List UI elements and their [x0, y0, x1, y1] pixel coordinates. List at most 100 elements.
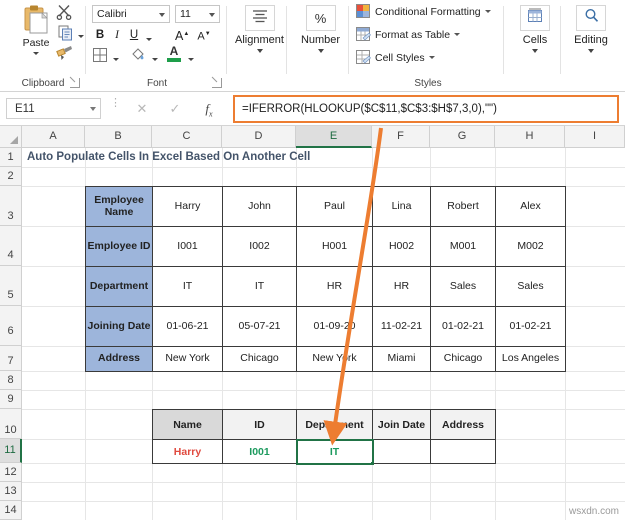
copy-icon[interactable] [57, 24, 75, 42]
column-header-i[interactable]: I [565, 126, 625, 148]
cell-name-5[interactable]: Alex [495, 186, 566, 227]
cell-department-3[interactable]: HR [372, 266, 431, 307]
paintbrush-icon[interactable] [56, 44, 74, 62]
decrease-font-size-button[interactable]: A▼ [197, 26, 211, 43]
font-dialog-launcher[interactable] [212, 78, 222, 88]
cell-id-4[interactable]: M001 [430, 226, 496, 267]
cell-styles-button[interactable]: Cell Styles [356, 49, 435, 68]
chevron-down-icon[interactable] [484, 10, 491, 13]
cell-address-5[interactable]: Los Angeles [495, 346, 566, 372]
cell-address-2[interactable]: New York [296, 346, 373, 372]
italic-button[interactable]: I [111, 27, 123, 44]
result-value-id[interactable]: I001 [222, 439, 297, 464]
chevron-down-icon[interactable] [90, 107, 96, 111]
cell-id-3[interactable]: H002 [372, 226, 431, 267]
conditional-formatting-button[interactable]: Conditional Formatting [356, 3, 491, 22]
bold-button[interactable]: B [93, 27, 107, 44]
column-header-f[interactable]: F [372, 126, 430, 148]
row-header-9[interactable]: 9 [0, 390, 22, 409]
cell-joining-date-0[interactable]: 01-06-21 [152, 306, 223, 347]
row-header-1[interactable]: 1 [0, 148, 22, 167]
editing-chevron-down-icon[interactable] [588, 49, 594, 53]
clipboard-dialog-launcher[interactable] [70, 78, 80, 88]
row-header-5[interactable]: 5 [0, 266, 22, 306]
formula-input[interactable]: =IFERROR(HLOOKUP($C$11,$C$3:$H$7,3,0),""… [233, 95, 619, 123]
chevron-down-icon[interactable] [454, 33, 461, 36]
cell-joining-date-1[interactable]: 05-07-21 [222, 306, 297, 347]
cancel-formula-button[interactable]: ✕ [132, 99, 152, 118]
row-header-10[interactable]: 10 [0, 409, 22, 439]
cell-id-1[interactable]: I002 [222, 226, 297, 267]
cell-address-1[interactable]: Chicago [222, 346, 297, 372]
row-header-3[interactable]: 3 [0, 186, 22, 226]
confirm-formula-button[interactable]: ✓ [165, 99, 185, 118]
cell-department-5[interactable]: Sales [495, 266, 566, 307]
borders-icon[interactable] [92, 47, 108, 63]
alignment-button[interactable] [244, 5, 275, 31]
cell-name-0[interactable]: Harry [152, 186, 223, 227]
cell-department-0[interactable]: IT [152, 266, 223, 307]
cell-name-1[interactable]: John [222, 186, 297, 227]
format-as-table-button[interactable]: Format as Table [356, 26, 461, 45]
font-color-chevron-down-icon[interactable] [188, 58, 194, 61]
fill-color-icon[interactable] [130, 46, 147, 63]
cell-name-4[interactable]: Robert [430, 186, 496, 227]
row-header-13[interactable]: 13 [0, 482, 22, 501]
insert-function-button[interactable]: fx [199, 99, 219, 119]
font-name-combo[interactable]: Calibri [92, 5, 170, 23]
cell-department-2[interactable]: HR [296, 266, 373, 307]
column-header-e[interactable]: E [296, 126, 372, 148]
cell-department-1[interactable]: IT [222, 266, 297, 307]
row-header-2[interactable]: 2 [0, 167, 22, 186]
cell-id-5[interactable]: M002 [495, 226, 566, 267]
fill-handle[interactable] [370, 461, 372, 463]
cells-chevron-down-icon[interactable] [532, 49, 538, 53]
cell-address-4[interactable]: Chicago [430, 346, 496, 372]
result-value-department[interactable]: IT [295, 438, 374, 465]
cell-department-4[interactable]: Sales [430, 266, 496, 307]
number-chevron-down-icon[interactable] [317, 49, 324, 53]
cell-id-0[interactable]: I001 [152, 226, 223, 267]
cell-joining-date-2[interactable]: 01-09-20 [296, 306, 373, 347]
increase-font-size-button[interactable]: A▲ [175, 26, 189, 43]
underline-chevron-down-icon[interactable] [146, 38, 152, 41]
underline-button[interactable]: U [127, 27, 141, 44]
chevron-down-icon[interactable] [209, 13, 215, 17]
row-header-12[interactable]: 12 [0, 463, 22, 482]
column-header-d[interactable]: D [222, 126, 296, 148]
chevron-down-icon[interactable] [33, 52, 39, 55]
row-header-11[interactable]: 11 [0, 439, 22, 463]
chevron-down-icon[interactable] [428, 56, 435, 59]
row-header-4[interactable]: 4 [0, 226, 22, 266]
cell-joining-date-4[interactable]: 01-02-21 [430, 306, 496, 347]
column-header-b[interactable]: B [85, 126, 152, 148]
column-header-g[interactable]: G [430, 126, 495, 148]
chevron-down-icon[interactable] [159, 13, 165, 17]
cell-address-3[interactable]: Miami [372, 346, 431, 372]
number-format-button[interactable]: % [305, 5, 336, 31]
result-value-join-date[interactable] [372, 439, 431, 464]
column-header-a[interactable]: A [22, 126, 85, 148]
fill-color-chevron-down-icon[interactable] [152, 58, 158, 61]
select-all-corner[interactable] [0, 126, 22, 148]
result-value-address[interactable] [430, 439, 496, 464]
scissors-icon[interactable] [56, 3, 74, 21]
cell-joining-date-3[interactable]: 11-02-21 [372, 306, 431, 347]
cells-button[interactable] [520, 5, 550, 31]
cell-joining-date-5[interactable]: 01-02-21 [495, 306, 566, 347]
row-header-14[interactable]: 14 [0, 501, 22, 520]
column-header-h[interactable]: H [495, 126, 565, 148]
cell-id-2[interactable]: H001 [296, 226, 373, 267]
font-size-combo[interactable]: 11 [175, 5, 220, 23]
row-header-8[interactable]: 8 [0, 371, 22, 390]
name-box[interactable]: E11 [6, 98, 101, 119]
editing-button[interactable] [576, 5, 606, 31]
cell-address-0[interactable]: New York [152, 346, 223, 372]
paste-button[interactable]: Paste [12, 4, 60, 55]
alignment-chevron-down-icon[interactable] [256, 49, 263, 53]
result-value-name[interactable]: Harry [152, 439, 223, 464]
row-header-6[interactable]: 6 [0, 306, 22, 346]
cell-name-2[interactable]: Paul [296, 186, 373, 227]
copy-chevron-down-icon[interactable] [78, 35, 84, 38]
column-header-c[interactable]: C [152, 126, 222, 148]
